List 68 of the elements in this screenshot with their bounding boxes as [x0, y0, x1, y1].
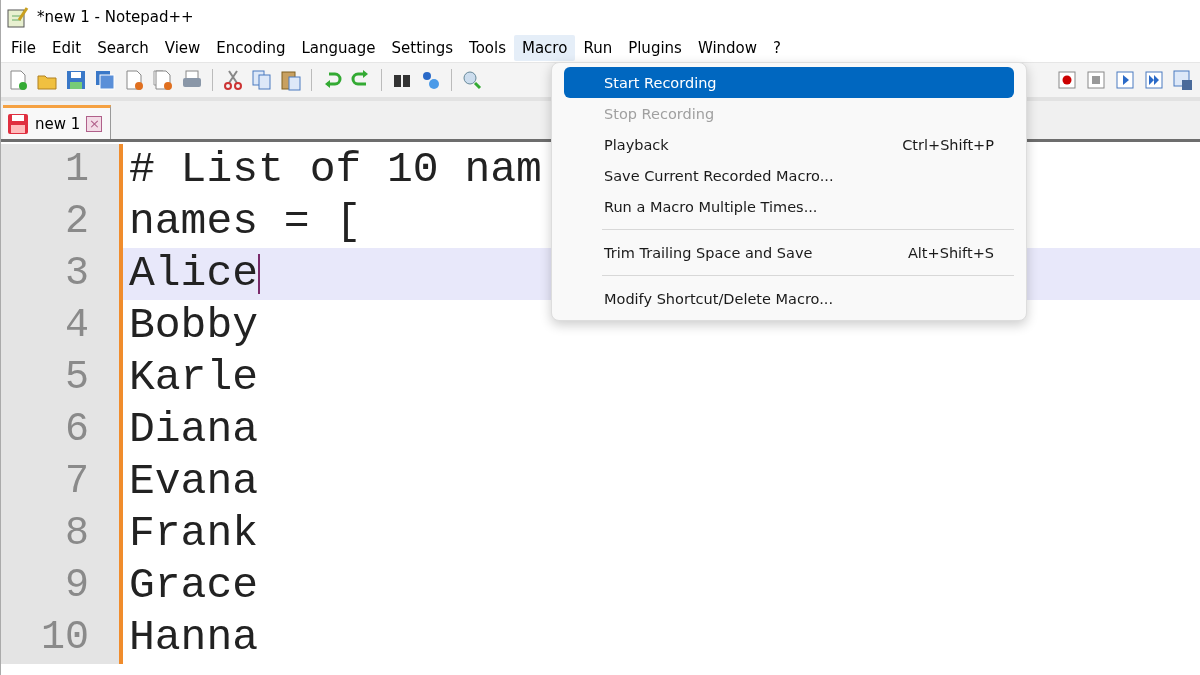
- code-line: Bobby: [129, 300, 259, 352]
- save-macro-icon[interactable]: [1172, 69, 1194, 91]
- menu-item[interactable]: Tools: [461, 35, 514, 61]
- menu-option[interactable]: Start Recording: [564, 67, 1014, 98]
- menu-option[interactable]: Playback Ctrl+Shift+P: [564, 129, 1014, 160]
- option-label: Modify Shortcut/Delete Macro...: [604, 290, 833, 307]
- menu-item[interactable]: Run: [575, 35, 621, 61]
- notepad-icon: [7, 6, 29, 28]
- record-icon[interactable]: [1056, 69, 1078, 91]
- line-number: 7: [1, 456, 123, 508]
- line-number: 8: [1, 508, 123, 560]
- line-number: 1: [1, 144, 123, 196]
- code-line: # List of 10 nam: [129, 144, 542, 196]
- window-title: *new 1 - Notepad++: [37, 8, 194, 26]
- code-line: Frank: [129, 508, 259, 560]
- code-line: Karle: [129, 352, 259, 404]
- menu-item[interactable]: Window: [689, 35, 766, 61]
- option-label: Trim Trailing Space and Save: [604, 244, 813, 261]
- code-line: names = [: [129, 196, 362, 248]
- save-all-icon[interactable]: [94, 69, 116, 91]
- menu-item[interactable]: View: [156, 35, 209, 61]
- close-tab-button[interactable]: ×: [86, 115, 103, 132]
- paste-icon[interactable]: [280, 69, 302, 91]
- menu-item[interactable]: Language: [293, 35, 384, 61]
- line-number: 4: [1, 300, 123, 352]
- code-line: Hanna: [129, 612, 259, 664]
- close-all-icon[interactable]: [152, 69, 174, 91]
- menu-option[interactable]: Save Current Recorded Macro...: [564, 160, 1014, 191]
- option-label: Stop Recording: [604, 105, 715, 122]
- zoom-in-icon[interactable]: [461, 69, 483, 91]
- fast-forward-icon[interactable]: [1143, 69, 1165, 91]
- line-number: 10: [1, 612, 123, 664]
- option-label: Playback: [604, 136, 669, 153]
- save-icon[interactable]: [65, 69, 87, 91]
- menu-item[interactable]: Plugins: [620, 35, 690, 61]
- cut-icon[interactable]: [222, 69, 244, 91]
- menu-option[interactable]: Trim Trailing Space and Save Alt+Shift+S: [564, 237, 1014, 268]
- play-icon[interactable]: [1114, 69, 1136, 91]
- copy-icon[interactable]: [251, 69, 273, 91]
- menu-item[interactable]: Macro: [514, 35, 576, 61]
- stop-icon[interactable]: [1085, 69, 1107, 91]
- shortcut-text: Alt+Shift+S: [907, 244, 994, 261]
- menu-item[interactable]: ?: [765, 35, 789, 61]
- shortcut-text: Ctrl+Shift+P: [902, 136, 994, 153]
- line-number: 6: [1, 404, 123, 456]
- menu-option[interactable]: Run a Macro Multiple Times...: [564, 191, 1014, 222]
- menu-item[interactable]: Settings: [383, 35, 462, 61]
- menu-item[interactable]: Encoding: [208, 35, 294, 61]
- code-line: Evana: [129, 456, 259, 508]
- line-number: 2: [1, 196, 123, 248]
- file-tab[interactable]: new 1 ×: [3, 105, 112, 139]
- option-label: Run a Macro Multiple Times...: [604, 198, 818, 215]
- menu-item[interactable]: Search: [89, 35, 157, 61]
- line-number: 5: [1, 352, 123, 404]
- line-number: 9: [1, 560, 123, 612]
- new-file-icon[interactable]: [7, 69, 29, 91]
- tab-label: new 1: [35, 114, 81, 133]
- close-file-icon[interactable]: [123, 69, 145, 91]
- menu-item[interactable]: Edit: [44, 35, 90, 61]
- code-line: Diana: [129, 404, 259, 456]
- code-line: Alice: [129, 248, 259, 300]
- option-label: Save Current Recorded Macro...: [604, 167, 834, 184]
- code-line: Grace: [129, 560, 259, 612]
- text-cursor: [258, 254, 261, 294]
- line-number: 3: [1, 248, 123, 300]
- option-label: Start Recording: [604, 74, 717, 91]
- menu-item[interactable]: File: [3, 35, 45, 61]
- menu-option[interactable]: Modify Shortcut/Delete Macro...: [564, 283, 1014, 314]
